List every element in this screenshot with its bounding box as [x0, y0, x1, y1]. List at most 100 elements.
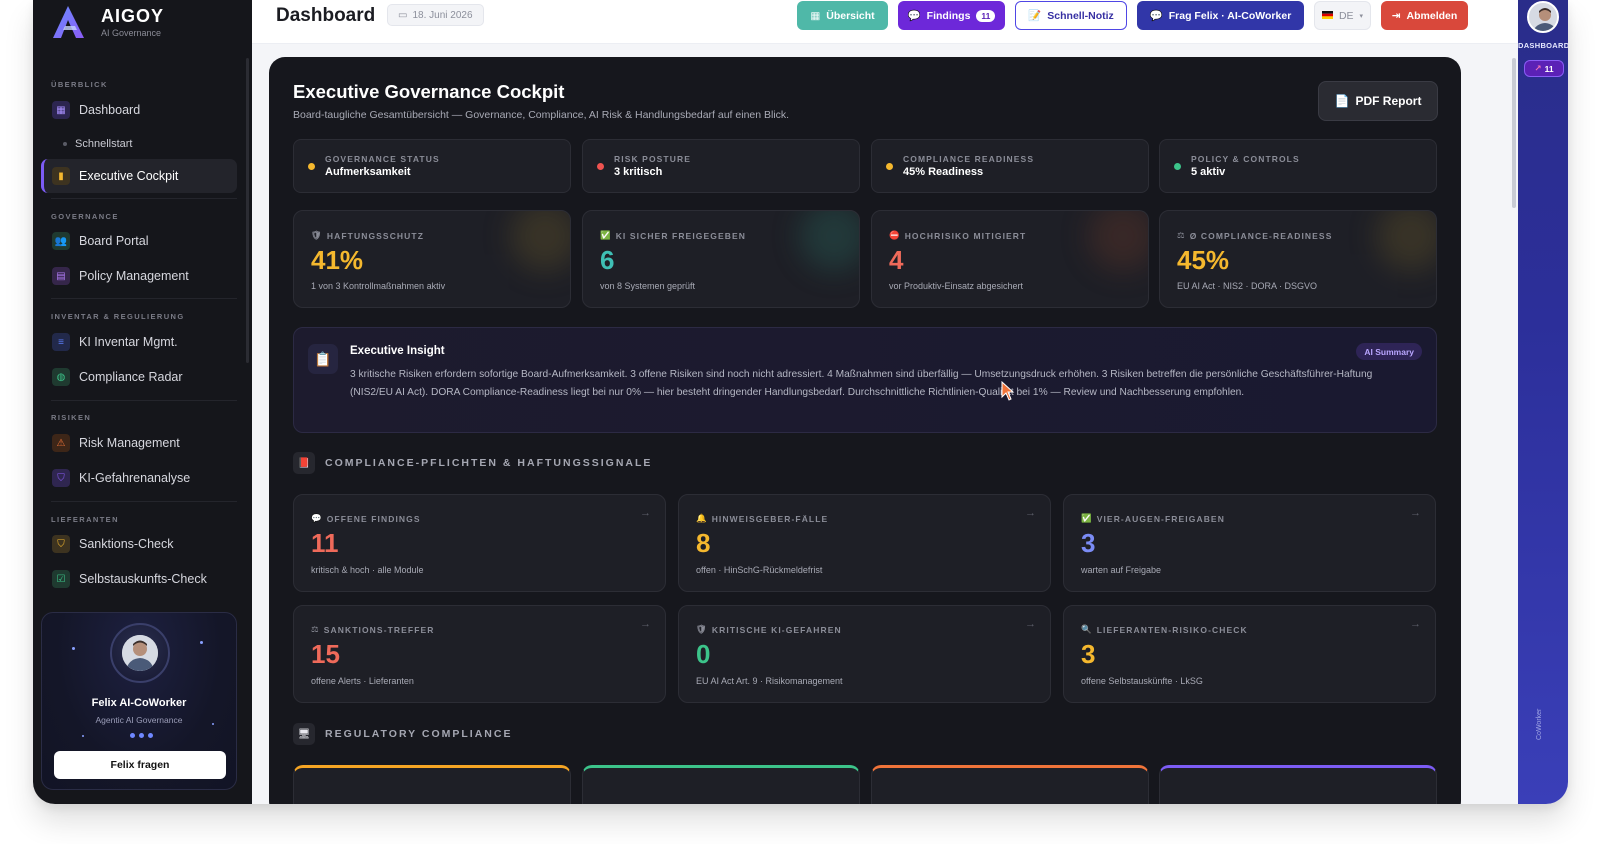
- regulatory-card[interactable]: [293, 765, 571, 804]
- scales-icon: ⚖: [1177, 230, 1186, 240]
- divider: [51, 501, 237, 502]
- ai-summary-badge: AI Summary: [1356, 343, 1422, 360]
- content-scrollbar[interactable]: [1512, 58, 1516, 208]
- findings-label: Findings: [926, 9, 971, 22]
- signal-label: VIER-AUGEN-FREIGABEN: [1096, 513, 1225, 524]
- avatar[interactable]: [1527, 1, 1559, 33]
- checkbox-icon: ☑: [52, 570, 70, 588]
- uebersicht-button[interactable]: ▦ Übersicht: [797, 1, 888, 30]
- findings-button[interactable]: 💬 Findings 11: [898, 1, 1005, 30]
- file-icon: 📄: [1334, 94, 1350, 108]
- felix-avatar: [110, 623, 170, 683]
- insight-text: 3 kritische Risiken erfordern sofortige …: [350, 369, 1373, 398]
- sidebar-item-schnellstart[interactable]: Schnellstart: [63, 138, 132, 150]
- sidebar-item-risk-management[interactable]: ⚠ Risk Management: [41, 426, 237, 460]
- brand[interactable]: AIGOY AI Governance: [51, 4, 164, 40]
- felix-ask-button[interactable]: Felix fragen: [54, 751, 226, 779]
- sidebar-item-sanktions-check[interactable]: ⛉ Sanktions-Check: [41, 527, 237, 561]
- shield-check-icon: ⛉: [52, 535, 70, 553]
- schnell-notiz-label: Schnell-Notiz: [1047, 9, 1114, 22]
- sidebar-item-ki-gefahrenanalyse[interactable]: ⛉ KI-Gefahrenanalyse: [41, 461, 237, 495]
- sidebar-item-label: Compliance Radar: [79, 370, 183, 384]
- chat-icon: 💬: [1149, 10, 1163, 22]
- kpi-label: HOCHRISIKO MITIGIERT: [904, 230, 1027, 241]
- status-card-compliance[interactable]: COMPLIANCE READINESS 45% Readiness: [871, 139, 1149, 193]
- arrow-right-icon: →: [1410, 507, 1421, 519]
- rail-vertical-label: CoWorker: [1536, 708, 1543, 740]
- signal-card-offene-findings[interactable]: → 💬 OFFENE FINDINGS 11 kritisch & hoch · …: [293, 494, 666, 592]
- logout-button[interactable]: ⇥ Abmelden: [1381, 1, 1468, 30]
- sidebar-item-label: Sanktions-Check: [79, 537, 174, 551]
- arrow-right-icon: →: [1410, 618, 1421, 630]
- person-icon: [122, 635, 158, 671]
- arrow-right-icon: →: [640, 507, 651, 519]
- status-dot-icon: [597, 162, 604, 170]
- status-label: RISK POSTURE: [614, 154, 691, 164]
- status-value: 5 aktiv: [1191, 166, 1226, 178]
- schnell-notiz-button[interactable]: 📝 Schnell-Notiz: [1015, 1, 1127, 30]
- sidebar-item-label: Schnellstart: [75, 138, 133, 150]
- regulatory-card[interactable]: [871, 765, 1149, 804]
- kpi-value: 6: [600, 245, 615, 275]
- felix-card: Felix AI-CoWorker Agentic AI Governance …: [41, 612, 237, 790]
- chevron-down-icon: ▾: [1359, 12, 1364, 20]
- rail-findings-badge[interactable]: ↗ 11: [1524, 60, 1564, 77]
- regulatory-card[interactable]: [582, 765, 860, 804]
- status-value: 3 kritisch: [614, 166, 663, 178]
- shield-icon: 🛡: [696, 624, 708, 634]
- signal-card-sanktions-treffer[interactable]: → ⚖ SANKTIONS-TREFFER 15 offene Alerts · …: [293, 605, 666, 703]
- sidebar-item-selbstauskunfts-check[interactable]: ☑ Selbstauskunfts-Check: [41, 562, 237, 596]
- signal-value: 3: [1081, 528, 1096, 558]
- signal-card-hinweisgeber[interactable]: → 🔔 HINWEISGEBER-FÄLLE 8 offen · HinSchG-…: [678, 494, 1051, 592]
- brand-subtitle: AI Governance: [101, 28, 162, 38]
- kpi-card-hochrisiko[interactable]: ⛔ HOCHRISIKO MITIGIERT 4 vor Produktiv-Ei…: [871, 210, 1149, 308]
- sidebar-item-label: Board Portal: [79, 234, 149, 248]
- regulatory-card[interactable]: [1159, 765, 1437, 804]
- nav-section-inventar: INVENTAR & REGULIERUNG: [51, 312, 185, 321]
- kpi-card-haftungsschutz[interactable]: 🛡 HAFTUNGSSCHUTZ 41% 1 von 3 Kontrollmaßn…: [293, 210, 571, 308]
- sidebar-item-policy-management[interactable]: ▤ Policy Management: [41, 259, 237, 293]
- glow: [1376, 211, 1436, 271]
- arrow-right-icon: →: [1025, 618, 1036, 630]
- sidebar-scrollbar[interactable]: [246, 58, 249, 363]
- sidebar-item-executive-cockpit[interactable]: ▮ Executive Cockpit: [41, 159, 237, 193]
- divider: [51, 298, 237, 299]
- sidebar-item-compliance-radar[interactable]: ◍ Compliance Radar: [41, 360, 237, 394]
- chat-icon: 💬: [311, 513, 323, 523]
- signal-card-ki-gefahren[interactable]: → 🛡 KRITISCHE KI-GEFAHREN 0 EU AI Act Art…: [678, 605, 1051, 703]
- brand-name: AIGOY: [101, 6, 165, 26]
- language-select[interactable]: DE ▾: [1314, 1, 1371, 30]
- sparkle-icon: [82, 735, 84, 737]
- signal-value: 11: [311, 528, 339, 558]
- calendar-icon: ▭: [398, 9, 408, 21]
- logout-icon: ⇥: [1391, 9, 1401, 22]
- signal-card-vier-augen[interactable]: → ✅ VIER-AUGEN-FREIGABEN 3 warten auf Fre…: [1063, 494, 1436, 592]
- status-card-risk[interactable]: RISK POSTURE 3 kritisch: [582, 139, 860, 193]
- kpi-foot: von 8 Systemen geprüft: [600, 281, 696, 291]
- status-dot-icon: [886, 162, 893, 170]
- kpi-foot: EU AI Act · NIS2 · DORA · DSGVO: [1177, 281, 1318, 291]
- status-card-policy[interactable]: POLICY & CONTROLS 5 aktiv: [1159, 139, 1437, 193]
- signal-label: KRITISCHE KI-GEFAHREN: [711, 624, 842, 635]
- grid-icon: ▦: [810, 9, 821, 22]
- kpi-card-ki-freigegeben[interactable]: ✅ KI SICHER FREIGEGEBEN 6 von 8 Systemen …: [582, 210, 860, 308]
- kpi-foot: vor Produktiv-Einsatz abgesichert: [889, 281, 1024, 291]
- nav-section-risiken: RISIKEN: [51, 413, 92, 422]
- app-window: AIGOY AI Governance ÜBERBLICK ▦ Dashboar…: [33, 0, 1568, 804]
- pdf-report-button[interactable]: 📄 PDF Report: [1318, 81, 1438, 121]
- frag-felix-button[interactable]: 💬 Frag Felix · AI-CoWorker: [1137, 1, 1304, 30]
- rail-badge-count: 11: [1544, 63, 1554, 74]
- kpi-label: HAFTUNGSSCHUTZ: [326, 230, 424, 241]
- status-label: COMPLIANCE READINESS: [903, 154, 1035, 164]
- sidebar-item-ki-inventar[interactable]: ≡ KI Inventar Mgmt.: [41, 325, 237, 359]
- status-card-governance[interactable]: GOVERNANCE STATUS Aufmerksamkeit: [293, 139, 571, 193]
- kpi-card-compliance-readiness[interactable]: ⚖ Ø COMPLIANCE-READINESS 45% EU AI Act · …: [1159, 210, 1437, 308]
- findings-count-badge: 11: [976, 9, 996, 22]
- sidebar-item-board-portal[interactable]: 👥 Board Portal: [41, 224, 237, 258]
- signal-foot: kritisch & hoch · alle Module: [311, 565, 424, 575]
- sidebar-item-dashboard[interactable]: ▦ Dashboard: [41, 93, 237, 127]
- kpi-foot: 1 von 3 Kontrollmaßnahmen aktiv: [311, 281, 446, 291]
- sidebar-item-label: KI Inventar Mgmt.: [79, 335, 178, 349]
- signal-card-lieferanten-risiko[interactable]: → 🔍 LIEFERANTEN-RISIKO-CHECK 3 offene Sel…: [1063, 605, 1436, 703]
- arrow-right-icon: →: [1025, 507, 1036, 519]
